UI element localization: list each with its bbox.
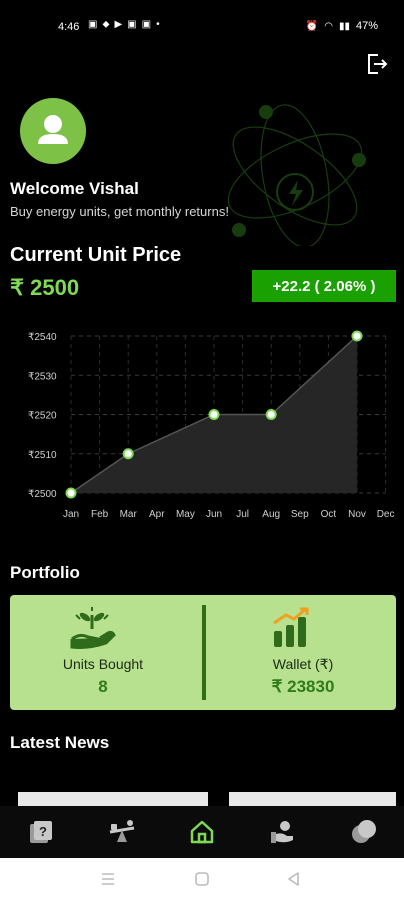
data-point <box>122 448 134 460</box>
section-title-news: Latest News <box>10 733 110 752</box>
x-tick-label: Jun <box>206 509 222 520</box>
x-tick-label: Dec <box>377 509 395 520</box>
nav-home[interactable] <box>188 818 216 846</box>
logout-button[interactable] <box>366 52 388 76</box>
data-point <box>208 409 220 420</box>
units-bought-value: 8 <box>98 677 108 696</box>
hand-coin-icon <box>271 821 293 843</box>
section-title-unit-price: Current Unit Price <box>10 244 182 266</box>
nav-help[interactable]: ? <box>27 818 55 846</box>
x-tick-label: Jan <box>63 509 79 520</box>
y-tick-label: ₹2540 <box>28 332 57 343</box>
home-button-icon[interactable] <box>193 870 211 888</box>
gallery-icon: ▣ <box>141 19 152 30</box>
logout-icon <box>368 54 388 74</box>
nav-coins[interactable] <box>350 818 378 846</box>
question-card-icon: ? <box>30 821 52 843</box>
seesaw-icon <box>109 820 135 842</box>
price-chart: ₹2500 ₹2510 ₹2520 ₹2530 ₹2540 Jan Feb Mar Apr May… <box>28 330 395 520</box>
location-icon: ⬥ <box>102 19 110 30</box>
hand-sprout-icon <box>70 607 116 649</box>
linkedin-icon: ▣ <box>127 19 137 30</box>
y-tick-label: ₹2530 <box>28 371 57 382</box>
y-tick-label: ₹2500 <box>28 489 57 500</box>
bottom-navigation: ? <box>0 806 404 858</box>
alarm-icon: ⏰ <box>305 20 319 32</box>
user-icon <box>38 115 68 144</box>
youtube-icon: ▶ <box>114 19 123 30</box>
system-navigation-bar <box>0 858 404 900</box>
news-card[interactable] <box>18 792 208 806</box>
x-tick-label: Oct <box>321 509 337 520</box>
section-title-portfolio: Portfolio <box>10 563 80 582</box>
data-point <box>65 487 77 499</box>
wifi-icon: ◠ <box>324 20 333 32</box>
y-tick-label: ₹2520 <box>28 411 57 422</box>
growth-chart-icon <box>273 607 309 647</box>
avatar[interactable] <box>20 98 86 164</box>
current-price: ₹ 2500 <box>10 275 80 300</box>
back-icon[interactable] <box>285 870 303 888</box>
price-change-badge: +22.2 ( 2.06% ) <box>252 270 396 302</box>
wallet-card[interactable]: Wallet (₹) ₹ 23830 <box>210 595 396 710</box>
portfolio-card: Units Bought 8 Wallet (₹) ₹ 23830 <box>10 595 396 710</box>
wallet-label: Wallet (₹) <box>272 656 334 672</box>
x-tick-label: Jul <box>236 509 249 520</box>
news-card[interactable] <box>229 792 396 806</box>
x-tick-label: Feb <box>91 509 109 520</box>
x-tick-label: May <box>176 509 195 520</box>
x-tick-label: Sep <box>291 509 309 520</box>
x-tick-label: Nov <box>348 509 366 520</box>
notification-icons: ▣ ⬥ ▶ ▣ ▣ • <box>88 19 160 30</box>
nav-compare[interactable] <box>108 818 136 846</box>
x-tick-label: Apr <box>149 509 165 520</box>
status-bar: 4:46 ▣ ⬥ ▶ ▣ ▣ • ⏰ ◠ ▮▮ 47% <box>0 0 404 52</box>
data-point <box>351 330 363 342</box>
dot-icon: • <box>156 19 160 30</box>
units-bought-label: Units Bought <box>62 656 144 672</box>
nav-invest[interactable] <box>269 818 297 846</box>
status-time: 4:46 <box>58 21 80 33</box>
recents-icon[interactable] <box>99 870 117 888</box>
portfolio-divider <box>202 605 206 700</box>
y-tick-label: ₹2510 <box>28 450 57 461</box>
energy-atom-icon <box>227 104 366 246</box>
welcome-text: Welcome Vishal <box>10 179 139 198</box>
home-icon <box>190 820 214 844</box>
units-bought-card[interactable]: Units Bought 8 <box>10 595 196 710</box>
sim-icon: ▣ <box>88 19 98 30</box>
welcome-subtitle: Buy energy units, get monthly returns! <box>10 204 229 219</box>
svg-text:?: ? <box>39 824 47 839</box>
x-tick-label: Mar <box>120 509 138 520</box>
wallet-value: ₹ 23830 <box>271 677 335 696</box>
coins-icon <box>352 820 376 843</box>
system-icons: ⏰ ◠ ▮▮ 47% <box>306 20 378 32</box>
battery-level: 47% <box>355 20 378 32</box>
data-point <box>265 409 277 420</box>
signal-icon: ▮▮ <box>338 20 350 32</box>
x-tick-label: Aug <box>262 509 280 520</box>
